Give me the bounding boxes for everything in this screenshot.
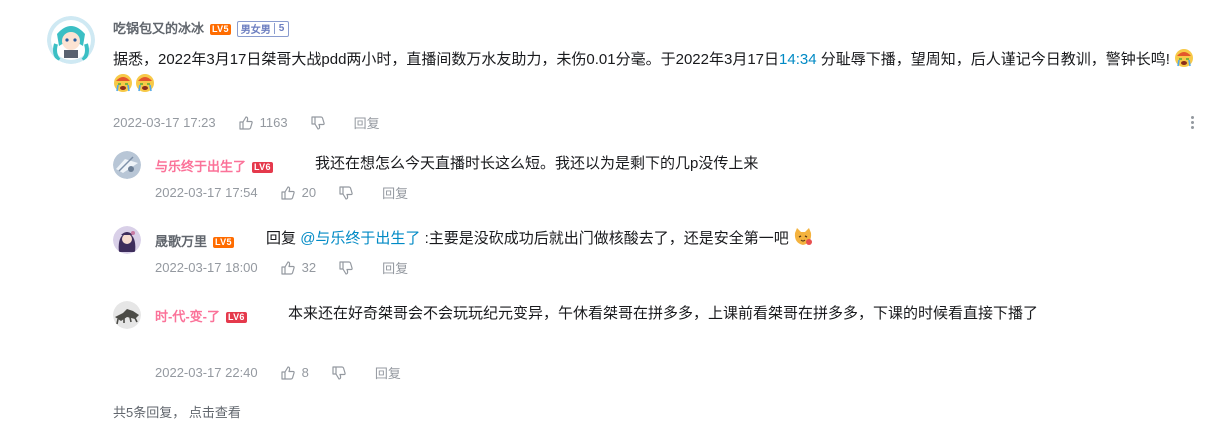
reply-3-date: 2022-03-17 22:40 xyxy=(155,365,258,380)
reply-button[interactable]: 回复 xyxy=(375,363,401,382)
reply-button[interactable]: 回复 xyxy=(354,113,380,132)
main-comment-text-part1: 据悉，2022年3月17日桀哥大战pdd两小时，直播间数万水友助力，未伤0.01… xyxy=(113,51,780,68)
view-replies-link[interactable]: 点击查看 xyxy=(189,405,241,420)
dislike-button[interactable] xyxy=(310,115,332,131)
main-comment-date: 2022-03-17 17:23 xyxy=(113,115,216,130)
cat-emoji xyxy=(794,228,812,245)
reply-count-footer: 共5条回复， 点击查看 xyxy=(113,402,241,421)
like-button[interactable]: 20 xyxy=(280,185,316,201)
reply-button[interactable]: 回复 xyxy=(382,258,408,277)
thumbs-down-icon xyxy=(339,185,353,200)
level-badge: LV5 xyxy=(213,237,234,248)
main-comment-meta: 2022-03-17 17:23 1163 回复 xyxy=(113,113,380,132)
like-count: 1163 xyxy=(259,115,288,130)
reply-3-meta: 2022-03-17 22:40 8 回复 xyxy=(155,363,401,382)
reply-2-meta: 2022-03-17 18:00 32 回复 xyxy=(155,258,408,277)
reply-2-text: 回复 @与乐终于出生了 :主要是没砍成功后就出门做核酸去了，还是安全第一吧 xyxy=(266,226,1186,251)
main-username[interactable]: 吃锅包又的冰冰 xyxy=(113,21,204,36)
crying-emoji xyxy=(136,74,154,92)
main-comment-text: 据悉，2022年3月17日桀哥大战pdd两小时，直播间数万水友助力，未伤0.01… xyxy=(113,47,1198,97)
level-badge: LV5 xyxy=(210,24,231,35)
total-replies-text: 共5条回复， xyxy=(113,405,186,420)
like-button[interactable]: 8 xyxy=(280,365,309,381)
reply-prefix: 回复 xyxy=(266,230,297,247)
like-button[interactable]: 1163 xyxy=(238,115,288,131)
reply-1-meta: 2022-03-17 17:54 20 回复 xyxy=(155,183,408,202)
reply-3-text: 本来还在好奇桀哥会不会玩玩纪元变异，午休看桀哥在拼多多，上课前看桀哥在拼多多，下… xyxy=(288,305,1039,322)
avatar-reply-2[interactable] xyxy=(113,226,141,254)
thumbs-up-icon xyxy=(281,260,295,275)
thumbs-down-icon xyxy=(339,260,353,275)
reply-1-username-row: 与乐终于出生了 LV6 xyxy=(155,156,273,175)
fan-medal-name: 男女男 xyxy=(240,25,271,36)
thumbs-down-icon xyxy=(332,365,346,380)
avatar-main[interactable] xyxy=(47,16,95,64)
reply-1-username[interactable]: 与乐终于出生了 xyxy=(155,159,246,174)
video-timestamp-link[interactable]: 14:34 xyxy=(779,51,817,68)
mention-link[interactable]: @与乐终于出生了 xyxy=(300,230,420,247)
dislike-button[interactable] xyxy=(338,260,360,276)
like-count: 8 xyxy=(301,365,309,380)
fan-medal-badge[interactable]: 男女男 5 xyxy=(236,20,290,37)
crying-emoji xyxy=(1175,49,1194,67)
thumbs-up-icon xyxy=(281,185,295,200)
fan-medal-level: 5 xyxy=(273,23,289,34)
avatar-reply-1[interactable] xyxy=(113,151,141,179)
like-count: 32 xyxy=(301,260,317,275)
like-button[interactable]: 32 xyxy=(280,260,316,276)
level-badge: LV6 xyxy=(252,162,273,173)
reply-2-body: :主要是没砍成功后就出门做核酸去了，还是安全第一吧 xyxy=(420,230,789,247)
dislike-button[interactable] xyxy=(331,365,353,381)
reply-button[interactable]: 回复 xyxy=(382,183,408,202)
dislike-button[interactable] xyxy=(338,185,360,201)
reply-1-date: 2022-03-17 17:54 xyxy=(155,185,258,200)
crying-emoji xyxy=(114,74,132,92)
like-count: 20 xyxy=(301,185,317,200)
thumbs-up-icon xyxy=(239,115,253,130)
main-username-row: 吃锅包又的冰冰 LV5 男女男 5 xyxy=(113,18,290,37)
avatar-reply-3[interactable] xyxy=(113,301,141,329)
reply-2-username[interactable]: 晟歌万里 xyxy=(155,234,207,249)
thumbs-up-icon xyxy=(281,365,295,380)
reply-2-date: 2022-03-17 18:00 xyxy=(155,260,258,275)
reply-1-text: 我还在想怎么今天直播时长这么短。我还以为是剩下的几p没传上来 xyxy=(315,155,759,172)
more-options-icon[interactable] xyxy=(1189,114,1195,132)
main-comment-text-part2: 分耻辱下播，望周知，后人谨记今日教训，警钟长鸣! xyxy=(816,51,1170,68)
thumbs-down-icon xyxy=(311,115,325,130)
reply-2-username-row: 晟歌万里 LV5 xyxy=(155,231,234,250)
